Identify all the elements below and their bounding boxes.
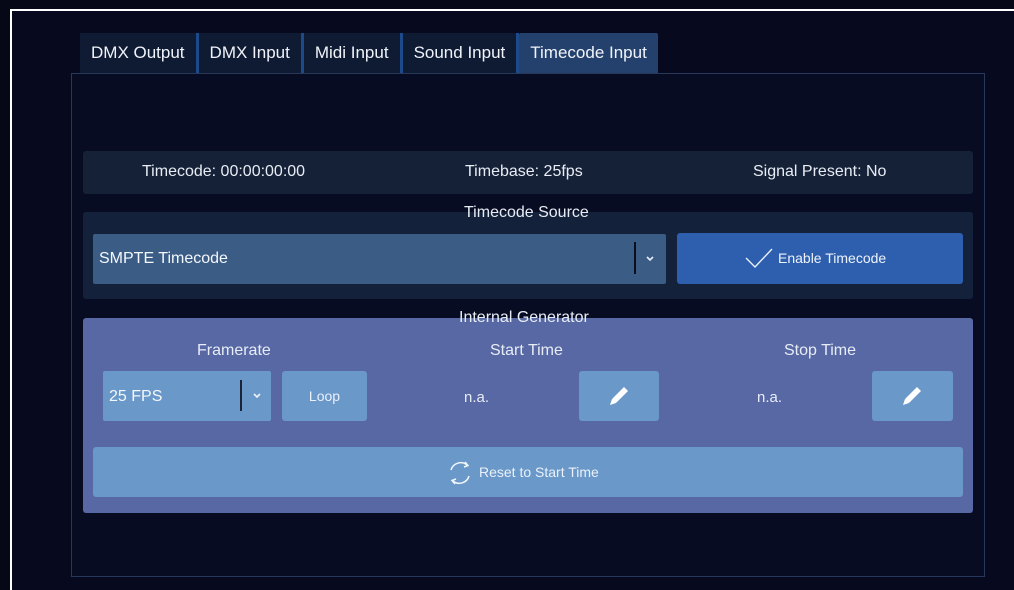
select-divider — [634, 242, 636, 274]
chevron-down-icon — [646, 256, 654, 262]
start-time-value: n.a. — [464, 389, 490, 406]
status-bar: Timecode: 00:00:00:00 Timebase: 25fps Si… — [83, 151, 973, 194]
pencil-icon — [903, 387, 921, 405]
enable-timecode-label: Enable Timecode — [778, 250, 887, 266]
select-divider — [240, 380, 242, 411]
reset-to-start-time-label: Reset to Start Time — [479, 464, 599, 480]
framerate-label: Framerate — [197, 342, 271, 359]
tab-sound-input[interactable]: Sound Input — [402, 33, 520, 73]
pencil-icon — [610, 387, 628, 405]
stop-time-label: Stop Time — [784, 342, 857, 359]
tab-midi-input[interactable]: Midi Input — [303, 33, 403, 73]
timecode-source-select[interactable]: SMPTE Timecode — [93, 234, 666, 284]
internal-generator-title: Internal Generator — [459, 309, 589, 326]
edit-stop-time-button[interactable] — [872, 371, 953, 421]
framerate-select[interactable]: 25 FPS — [103, 371, 271, 421]
tab-bar: DMX Output DMX Input Midi Input Sound In… — [80, 33, 658, 73]
refresh-icon — [450, 461, 470, 485]
timecode-source-value: SMPTE Timecode — [99, 250, 228, 267]
tab-dmx-output[interactable]: DMX Output — [80, 33, 199, 73]
start-time-label: Start Time — [490, 342, 563, 359]
framerate-value: 25 FPS — [109, 388, 163, 405]
reset-to-start-time-button[interactable]: Reset to Start Time — [93, 447, 963, 497]
timecode-status: Timecode: 00:00:00:00 — [142, 163, 306, 180]
edit-start-time-button[interactable] — [579, 371, 659, 421]
check-icon — [745, 248, 773, 269]
loop-button[interactable]: Loop — [282, 371, 367, 421]
tab-dmx-input[interactable]: DMX Input — [198, 33, 304, 73]
stop-time-value: n.a. — [757, 389, 783, 406]
signal-status: Signal Present: No — [753, 163, 887, 180]
enable-timecode-button[interactable]: Enable Timecode — [677, 233, 963, 284]
timebase-status: Timebase: 25fps — [465, 163, 583, 180]
tab-timecode-input[interactable]: Timecode Input — [519, 33, 658, 73]
timecode-source-title: Timecode Source — [464, 204, 589, 221]
chevron-down-icon — [253, 393, 261, 399]
